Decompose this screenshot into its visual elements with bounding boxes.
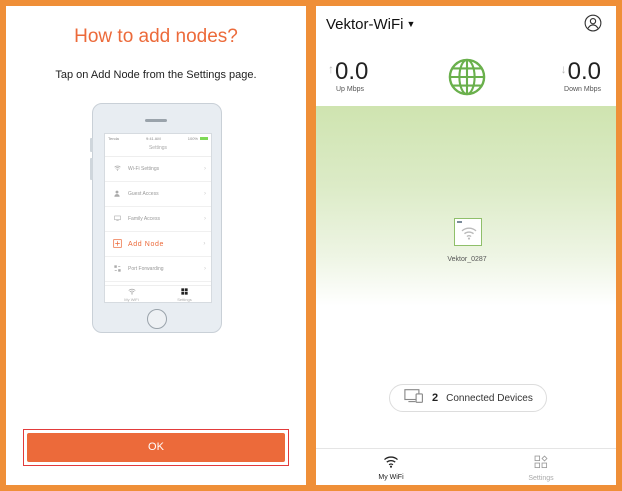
phone-home-button bbox=[147, 309, 167, 329]
help-subtitle: Tap on Add Node from the Settings page. bbox=[55, 69, 257, 81]
help-title: How to add nodes? bbox=[74, 26, 238, 47]
phone-side-button bbox=[90, 158, 93, 180]
status-carrier: Tenda bbox=[108, 135, 119, 141]
upload-value: 0.0 bbox=[335, 58, 369, 85]
download-speed: ↓0.0 Down Mbps bbox=[560, 58, 601, 94]
upload-speed: ↑0.0 Up Mbps bbox=[328, 58, 369, 94]
status-time: 9:41 AM bbox=[145, 135, 161, 141]
phone-side-button bbox=[90, 138, 93, 152]
phone-illustration: Tenda 9:41 AM 100% Settings Wi-Fi Settin… bbox=[90, 103, 222, 333]
app-frame: How to add nodes? Tap on Add Node from t… bbox=[0, 0, 622, 491]
globe-icon[interactable] bbox=[448, 58, 486, 96]
phone-menu-label: Wi-Fi Settings bbox=[128, 166, 160, 172]
arrow-up-icon: ↑ bbox=[328, 62, 334, 76]
ok-button[interactable]: OK bbox=[27, 433, 285, 462]
phone-tab-label: Settings bbox=[177, 297, 192, 302]
upload-unit: Up Mbps bbox=[336, 86, 365, 93]
phone-menu-label: Port Forwarding bbox=[128, 266, 164, 272]
phone-menu-label: Guest Access bbox=[128, 191, 159, 197]
my-wifi-panel: Vektor-WiFi ▼ ↑0.0 Up Mbps ↓0.0 Down Mbps bbox=[316, 6, 616, 485]
tab-label: Settings bbox=[528, 475, 554, 482]
status-battery: 100% bbox=[188, 136, 208, 141]
add-node-icon bbox=[111, 238, 123, 250]
chevron-right-icon: › bbox=[204, 166, 206, 172]
network-topology-area bbox=[316, 106, 616, 306]
family-icon bbox=[111, 215, 123, 223]
phone-status-bar: Tenda 9:41 AM 100% bbox=[105, 134, 211, 142]
phone-menu-item: Guest Access › bbox=[105, 182, 211, 207]
chevron-right-icon: › bbox=[204, 266, 206, 272]
chevron-right-icon: › bbox=[203, 241, 206, 247]
tab-settings[interactable]: Settings bbox=[466, 449, 616, 485]
phone-tab-bar: My WiFi Settings bbox=[105, 285, 211, 302]
phone-menu-item-add-node: Add Node › bbox=[105, 232, 211, 257]
wifi-icon bbox=[111, 165, 123, 173]
tab-label: My WiFi bbox=[378, 474, 404, 481]
phone-menu-label: Family Access bbox=[128, 216, 160, 222]
download-value: 0.0 bbox=[567, 58, 601, 85]
wifi-icon bbox=[382, 455, 400, 472]
connected-devices-button[interactable]: 2 Connected Devices bbox=[389, 384, 547, 412]
help-panel: How to add nodes? Tap on Add Node from t… bbox=[6, 6, 306, 485]
account-icon[interactable] bbox=[584, 14, 602, 32]
node-device[interactable] bbox=[454, 218, 482, 246]
chevron-right-icon: › bbox=[204, 216, 206, 222]
settings-grid-icon bbox=[534, 455, 548, 473]
phone-speaker bbox=[145, 119, 167, 122]
phone-menu-label: Add Node bbox=[128, 240, 164, 248]
node-indicator bbox=[457, 221, 462, 223]
devices-icon bbox=[404, 388, 424, 408]
phone-tab-label: My WiFi bbox=[124, 297, 139, 302]
connected-count: 2 bbox=[432, 392, 439, 404]
download-unit: Down Mbps bbox=[564, 86, 601, 93]
port-forwarding-icon bbox=[111, 264, 123, 274]
wifi-icon bbox=[461, 227, 477, 240]
phone-screen-title: Settings bbox=[105, 142, 211, 157]
phone-tab: Settings bbox=[158, 286, 211, 302]
battery-icon bbox=[199, 136, 208, 140]
network-selector[interactable]: Vektor-WiFi ▼ bbox=[326, 16, 415, 33]
phone-menu-item: Port Forwarding › bbox=[105, 257, 211, 282]
chevron-right-icon: › bbox=[204, 191, 206, 197]
arrow-down-icon: ↓ bbox=[560, 62, 567, 76]
node-name: Vektor_0287 bbox=[447, 256, 487, 263]
network-name: Vektor-WiFi bbox=[326, 16, 404, 33]
phone-tab: My WiFi bbox=[105, 286, 158, 302]
phone-menu-item: Family Access › bbox=[105, 207, 211, 232]
connected-label: Connected Devices bbox=[446, 392, 533, 404]
tab-my-wifi[interactable]: My WiFi bbox=[316, 449, 466, 485]
guest-icon bbox=[111, 190, 123, 199]
bottom-tab-bar: My WiFi Settings bbox=[316, 448, 616, 485]
phone-screen: Tenda 9:41 AM 100% Settings Wi-Fi Settin… bbox=[104, 133, 212, 303]
phone-menu-item: Wi-Fi Settings › bbox=[105, 157, 211, 182]
caret-down-icon: ▼ bbox=[406, 19, 416, 29]
